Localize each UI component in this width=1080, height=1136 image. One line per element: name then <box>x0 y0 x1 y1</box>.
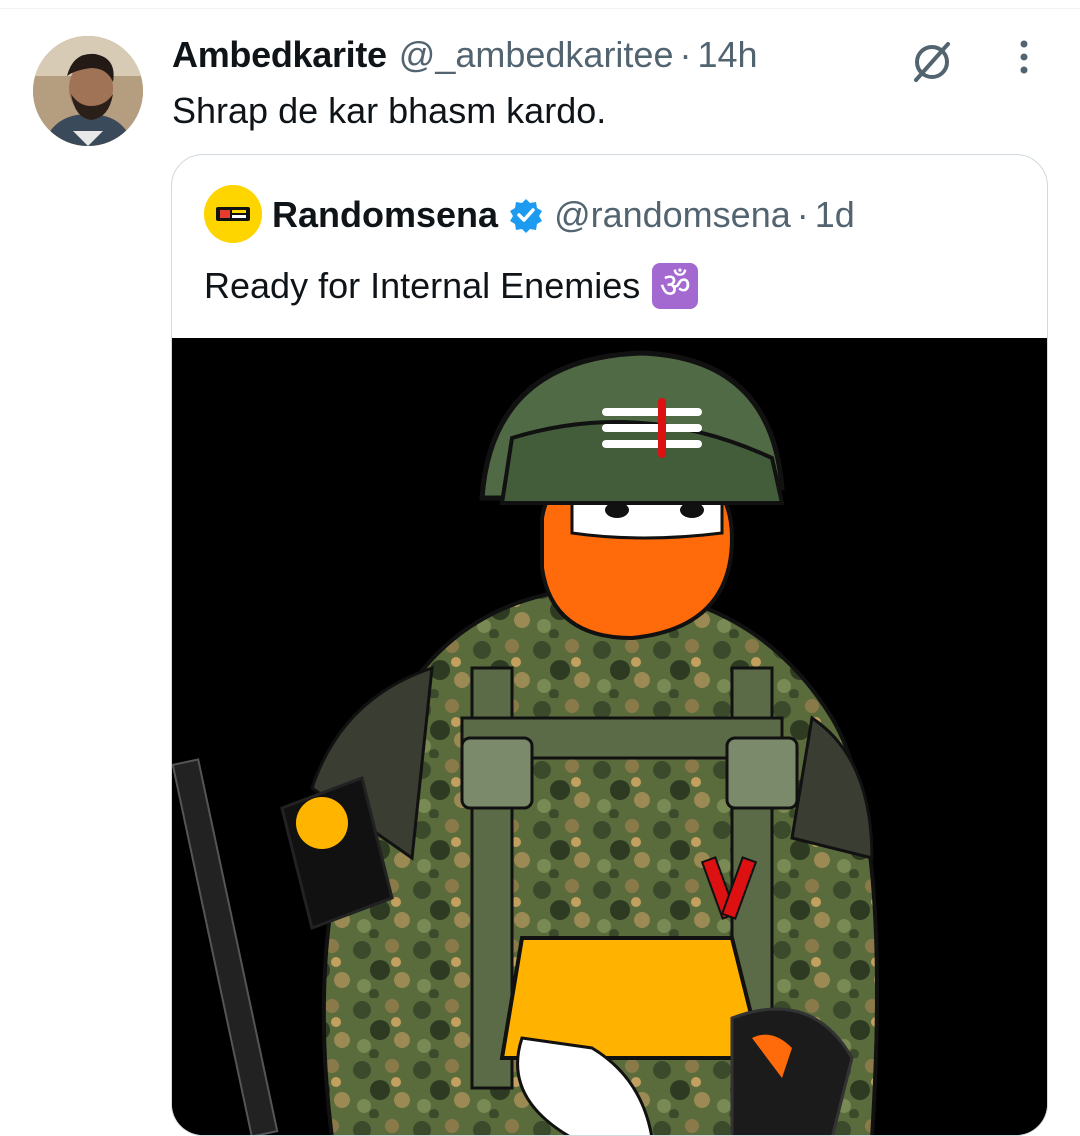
verified-badge-icon <box>510 199 543 233</box>
quoted-tweet-card[interactable]: Randomsena @randomsena · 1d Ready for In… <box>171 154 1048 1136</box>
author-name[interactable]: Ambedkarite <box>172 34 387 76</box>
quoted-author-handle[interactable]: @randomsena <box>554 194 791 236</box>
quoted-author-name[interactable]: Randomsena <box>272 194 498 236</box>
om-emoji-icon: ॐ <box>652 263 699 309</box>
soldier-illustration <box>172 338 1047 1135</box>
quoted-tweet-text: Ready for Internal Enemies <box>204 265 641 306</box>
separator-dot: · <box>679 34 692 75</box>
quoted-separator-dot: · <box>796 194 809 235</box>
quoted-tweet-timestamp[interactable]: 1d <box>815 194 855 236</box>
author-handle[interactable]: @_ambedkaritee <box>399 34 674 76</box>
author-avatar-image <box>33 36 143 146</box>
more-options-icon[interactable] <box>1008 38 1040 78</box>
quoted-tweet-image[interactable] <box>172 338 1047 1135</box>
quoted-tweet-text-row: Ready for Internal Enemies ॐ <box>204 263 699 309</box>
top-divider <box>0 0 1080 9</box>
quoted-author-avatar[interactable] <box>204 185 262 243</box>
author-avatar[interactable] <box>33 36 143 146</box>
tweet-timestamp[interactable]: 14h <box>697 34 757 76</box>
tweet-header: Ambedkarite @_ambedkaritee · 14h <box>172 34 758 78</box>
tweet-text: Shrap de kar bhasm kardo. <box>172 90 607 131</box>
quoted-author-logo <box>204 185 262 243</box>
quoted-tweet-header: Randomsena @randomsena · 1d <box>272 191 855 239</box>
grok-icon[interactable] <box>908 38 956 86</box>
